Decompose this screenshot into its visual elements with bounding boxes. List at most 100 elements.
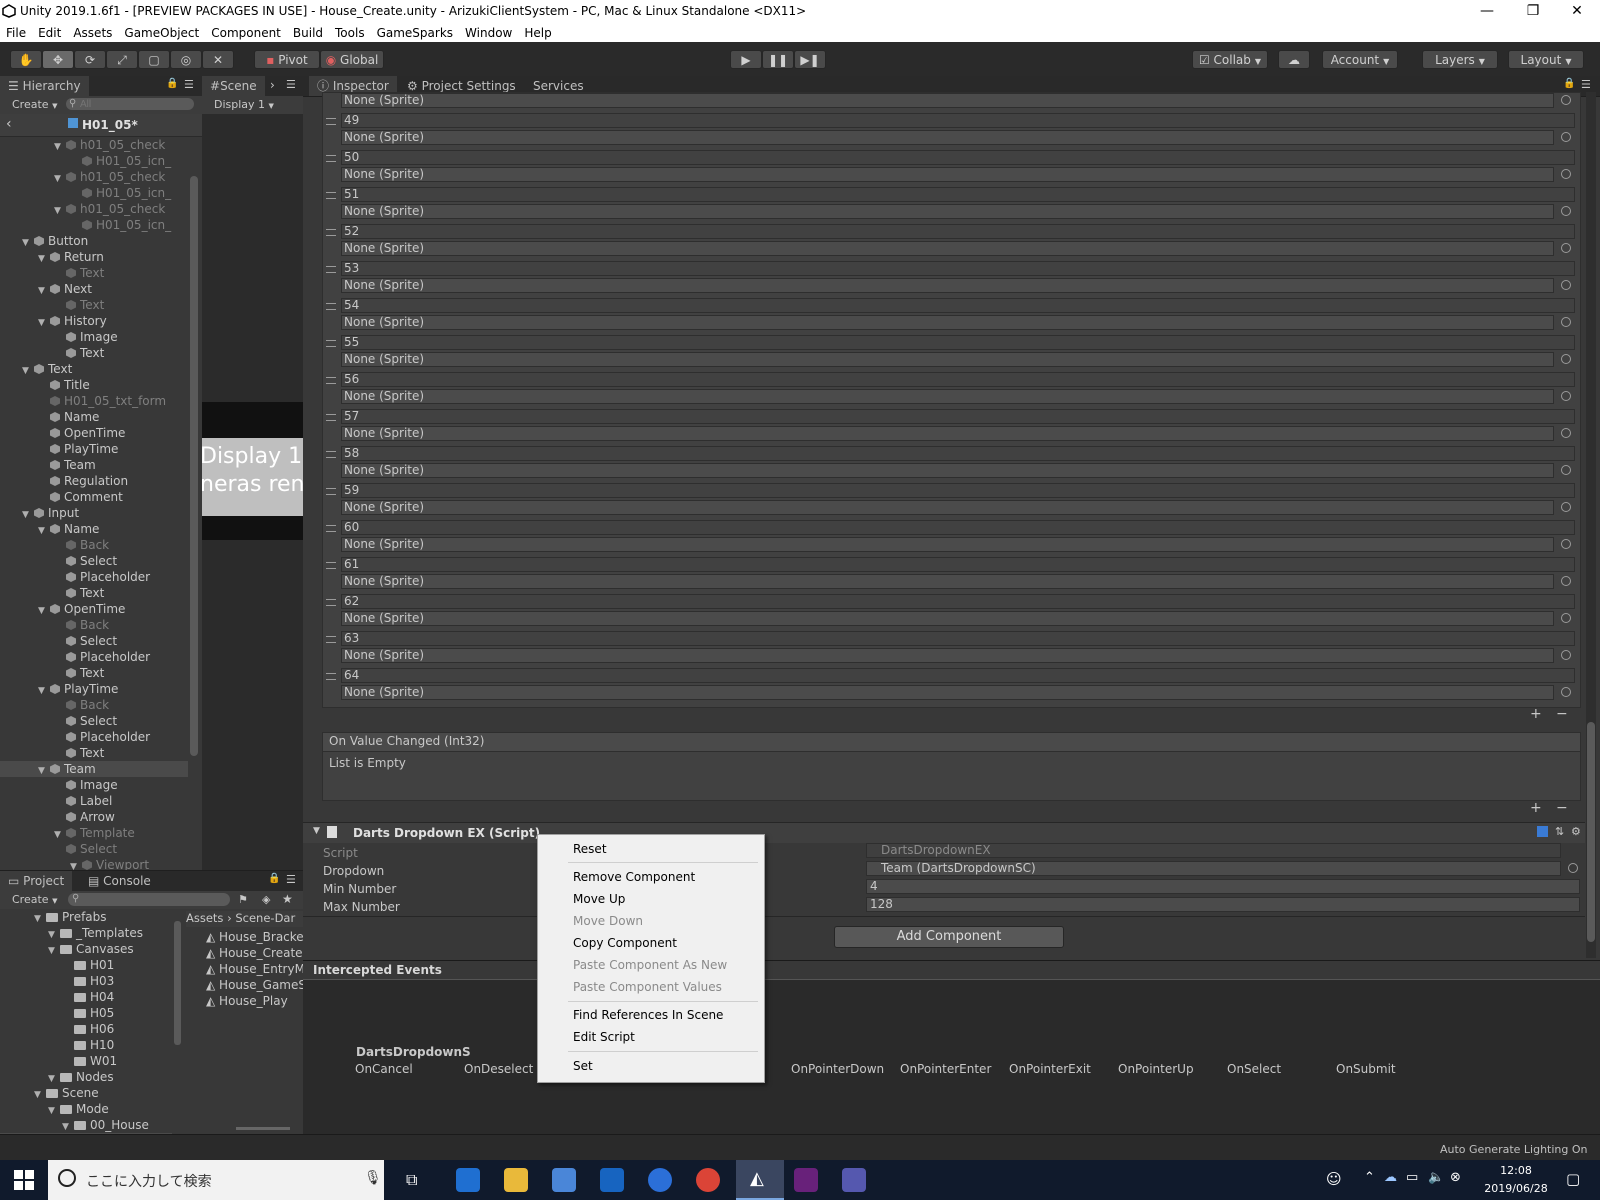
drag-handle-icon[interactable]: [326, 525, 336, 532]
drag-handle-icon[interactable]: [326, 229, 336, 236]
list-remove-button[interactable]: −: [1556, 706, 1568, 722]
sprite-field[interactable]: None (Sprite): [341, 685, 1554, 700]
project-folder-item[interactable]: ▼ 00_House: [0, 1117, 172, 1133]
foldout-arrow-icon[interactable]: ▼: [313, 826, 320, 836]
project-folder-item[interactable]: ▼ _Templates: [0, 925, 172, 941]
visual-studio-icon[interactable]: [794, 1168, 818, 1192]
sprite-field[interactable]: None (Sprite): [341, 352, 1554, 367]
menu-copy-component[interactable]: Copy Component: [573, 934, 677, 952]
panel-menu-icon[interactable]: ☰: [184, 78, 194, 91]
project-folder-item[interactable]: ▼ Prefabs: [0, 909, 172, 925]
sprite-field[interactable]: None (Sprite): [341, 204, 1554, 219]
hierarchy-item[interactable]: Select: [0, 713, 188, 729]
task-view-icon[interactable]: ⧉: [406, 1170, 417, 1190]
hierarchy-item[interactable]: ▼ Input: [0, 505, 188, 521]
menu-find-references[interactable]: Find References In Scene: [573, 1006, 723, 1024]
taskbar-search-box[interactable]: ここに入力して検索 🎙: [48, 1160, 384, 1200]
asset-item[interactable]: ◭ House_EntryMa: [206, 961, 303, 977]
object-picker-icon[interactable]: [1561, 650, 1571, 660]
hierarchy-item[interactable]: Title: [0, 377, 188, 393]
hierarchy-item[interactable]: Text: [0, 345, 188, 361]
object-picker-icon[interactable]: [1561, 317, 1571, 327]
hierarchy-item[interactable]: H01_05_txt_form: [0, 393, 188, 409]
menu-tools[interactable]: Tools: [329, 24, 371, 42]
component-header[interactable]: ▼ Darts Dropdown EX (Script) ⇅ ⚙: [303, 822, 1585, 843]
project-folder-item[interactable]: ▼ Scene: [0, 1085, 172, 1101]
pivot-toggle[interactable]: ▪ Pivot: [254, 50, 320, 69]
project-tree-scrollbar[interactable]: [174, 921, 181, 1045]
hierarchy-item[interactable]: Select: [0, 633, 188, 649]
drag-handle-icon[interactable]: [326, 266, 336, 273]
hierarchy-create-button[interactable]: Create ▼: [12, 98, 57, 111]
hierarchy-item[interactable]: H01_05_icn_: [0, 217, 188, 233]
global-toggle[interactable]: ◉ Global: [320, 50, 384, 69]
project-folder-item[interactable]: H06: [0, 1021, 172, 1037]
drag-handle-icon[interactable]: [326, 414, 336, 421]
filter-type-icon[interactable]: ⚑: [238, 893, 248, 906]
sprite-field[interactable]: None (Sprite): [341, 574, 1554, 589]
drag-handle-icon[interactable]: [326, 303, 336, 310]
project-create-button[interactable]: Create ▼: [12, 893, 57, 906]
drag-handle-icon[interactable]: [326, 377, 336, 384]
layout-dropdown[interactable]: Layout ▼: [1508, 50, 1584, 69]
project-folder-item[interactable]: H03: [0, 973, 172, 989]
sprite-field[interactable]: None (Sprite): [341, 278, 1554, 293]
sprite-field[interactable]: None (Sprite): [341, 389, 1554, 404]
hierarchy-item[interactable]: Placeholder: [0, 569, 188, 585]
drag-handle-icon[interactable]: [326, 636, 336, 643]
hierarchy-item[interactable]: Name: [0, 409, 188, 425]
project-folder-item[interactable]: H05: [0, 1005, 172, 1021]
lock-icon[interactable]: 🔒: [166, 78, 178, 89]
project-folder-item[interactable]: H01: [0, 957, 172, 973]
hierarchy-item[interactable]: Select: [0, 553, 188, 569]
label-icon[interactable]: ◈: [262, 893, 270, 906]
object-picker-icon[interactable]: [1561, 243, 1571, 253]
sprite-field[interactable]: None (Sprite): [341, 648, 1554, 663]
hierarchy-item[interactable]: ▼ Return: [0, 249, 188, 265]
rotate-tool-button[interactable]: ⟳: [74, 50, 106, 69]
object-picker-icon[interactable]: [1561, 280, 1571, 290]
move-tool-button[interactable]: ✥: [42, 50, 74, 69]
network-icon[interactable]: ▭: [1406, 1170, 1418, 1185]
preset-icon[interactable]: ⇅: [1555, 825, 1564, 838]
menu-reset[interactable]: Reset: [573, 840, 607, 858]
breadcrumb-scene-dar[interactable]: Scene-Dar: [235, 911, 295, 925]
event-add-button[interactable]: +: [1530, 800, 1542, 816]
pause-button[interactable]: ❚❚: [762, 50, 794, 69]
object-picker-icon[interactable]: [1561, 502, 1571, 512]
hierarchy-scrollbar[interactable]: [190, 176, 198, 756]
project-folder-item[interactable]: ▼ Nodes: [0, 1069, 172, 1085]
event-remove-button[interactable]: −: [1556, 800, 1568, 816]
panel-menu-icon[interactable]: ☰: [286, 873, 296, 886]
action-center-icon[interactable]: ▢: [1566, 1170, 1580, 1188]
hierarchy-item[interactable]: Comment: [0, 489, 188, 505]
layers-dropdown[interactable]: Layers ▼: [1422, 50, 1498, 69]
hand-tool-button[interactable]: ✋: [10, 50, 42, 69]
project-folder-item[interactable]: ▼ Canvases: [0, 941, 172, 957]
back-arrow-icon[interactable]: ‹: [6, 116, 12, 132]
microphone-icon[interactable]: 🎙: [364, 1170, 382, 1186]
unity-taskbar-item[interactable]: ◭: [736, 1160, 784, 1200]
sprite-field[interactable]: None (Sprite): [341, 167, 1554, 182]
tab-project[interactable]: ▭ Project: [0, 871, 73, 891]
tab-hierarchy[interactable]: ☰ Hierarchy: [0, 76, 89, 96]
file-explorer-icon[interactable]: [504, 1168, 528, 1192]
tab-console[interactable]: ▤ Console: [80, 871, 159, 891]
hierarchy-search-input[interactable]: [66, 98, 194, 110]
drag-handle-icon[interactable]: [326, 451, 336, 458]
object-picker-icon[interactable]: [1568, 863, 1578, 873]
object-picker-icon[interactable]: [1561, 539, 1571, 549]
hierarchy-item[interactable]: Back: [0, 537, 188, 553]
menu-edit[interactable]: Edit: [32, 24, 67, 42]
menu-window[interactable]: Window: [459, 24, 518, 42]
hierarchy-item[interactable]: H01_05_icn_: [0, 185, 188, 201]
account-dropdown[interactable]: Account ▼: [1322, 50, 1398, 69]
minimize-button[interactable]: —: [1464, 0, 1510, 24]
collab-dropdown[interactable]: ☑ Collab ▼: [1192, 50, 1268, 69]
drag-handle-icon[interactable]: [326, 562, 336, 569]
menu-edit-script[interactable]: Edit Script: [573, 1028, 635, 1046]
hierarchy-item[interactable]: ▼ PlayTime: [0, 681, 188, 697]
object-picker-icon[interactable]: [1561, 687, 1571, 697]
chevron-up-icon[interactable]: ⌃: [1364, 1170, 1375, 1185]
add-component-button[interactable]: Add Component: [834, 926, 1064, 948]
